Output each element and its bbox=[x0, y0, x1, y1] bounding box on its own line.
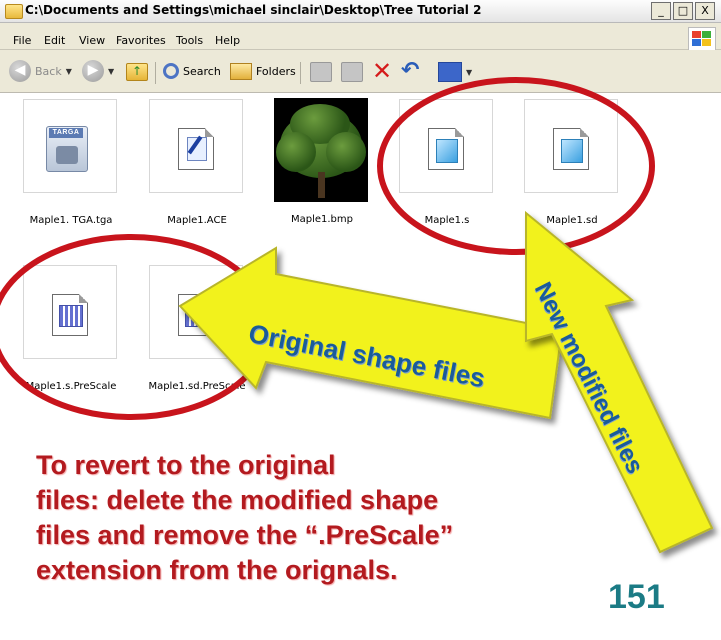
note-line: files and remove the “.PreScale” bbox=[36, 520, 454, 550]
note-line: files: delete the modified shape bbox=[36, 485, 439, 515]
new-files-ellipse bbox=[377, 77, 655, 255]
instruction-note: To revert to the original files: delete … bbox=[36, 448, 453, 588]
original-files-arrow bbox=[178, 246, 564, 420]
note-line: To revert to the original bbox=[36, 450, 336, 480]
page-number: 151 bbox=[608, 578, 665, 616]
note-line: extension from the orignals. bbox=[36, 555, 398, 585]
